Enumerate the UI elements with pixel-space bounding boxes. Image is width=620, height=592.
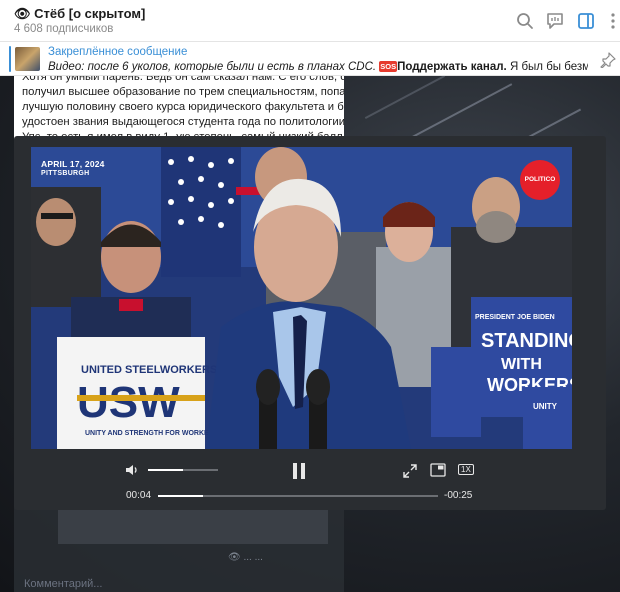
sign-right-line3: WITH <box>501 356 542 373</box>
politico-badge: POLITICO <box>520 160 560 200</box>
comment-input[interactable]: Комментарий... <box>24 578 102 590</box>
pause-icon[interactable] <box>291 462 307 480</box>
volume-icon[interactable] <box>124 462 140 478</box>
message-line: Хотя он умный парень. Ведь он сам сказал… <box>22 76 344 83</box>
sign-left-line1: UNITED STEELWORKERS <box>81 364 217 376</box>
message-line: лучшую половину своего курса юридическог… <box>22 101 344 113</box>
sign-left-line3: UNITY AND STRENGTH FOR WORKERS <box>85 430 219 437</box>
video-frame[interactable]: UNITED STEELWORKERS USW UNITY AND STRENG… <box>31 147 572 449</box>
video-date: APRIL 17, 2024 <box>41 159 105 169</box>
comments-icon[interactable] <box>545 11 565 31</box>
sign-left-line2: USW <box>77 378 180 427</box>
volume-slider[interactable] <box>148 469 218 471</box>
pinned-text-italic: Видео: после 6 уколов, которые были и ес… <box>48 61 377 73</box>
current-time: 00:04 <box>126 490 152 501</box>
pinned-thumbnail <box>15 47 40 71</box>
pinned-message-bar[interactable]: Закреплённое сообщение Видео: после 6 ук… <box>0 42 620 76</box>
sign-right-line2: STANDING <box>481 330 572 352</box>
progress-bar[interactable] <box>158 495 438 497</box>
pinned-title: Закреплённое сообщение <box>48 46 188 58</box>
sign-right-line1: PRESIDENT JOE BIDEN <box>475 314 555 321</box>
remaining-time: -00:25 <box>444 490 473 501</box>
message-line: удостоен звания выдающегося студента год… <box>22 116 344 128</box>
video-scene: UNITED STEELWORKERS USW UNITY AND STRENG… <box>31 147 572 449</box>
playback-speed-button[interactable]: 1X <box>458 464 474 475</box>
sidebar-toggle-icon[interactable] <box>576 11 596 31</box>
video-location: PITTSBURGH <box>41 170 90 177</box>
player-controls: 1X 00:04 -00:25 <box>114 453 486 510</box>
message-line: получил высшее образование по трем специ… <box>22 86 344 98</box>
channel-header: 👁 Стёб [о скрытом] 4 608 подписчиков <box>0 0 620 42</box>
sign-right-small: UNITY <box>533 402 558 411</box>
fullscreen-icon[interactable] <box>403 464 417 478</box>
subscriber-count: 4 608 подписчиков <box>14 23 114 35</box>
pinned-accent-bar <box>9 46 11 72</box>
more-icon[interactable] <box>603 11 620 31</box>
pinned-text-bold: Поддержать канал. <box>397 61 507 73</box>
volume-fill <box>148 469 183 471</box>
search-icon[interactable] <box>515 11 535 31</box>
channel-title[interactable]: 👁 Стёб [о скрытом] <box>14 6 145 22</box>
view-count: 👁 ... ... <box>228 552 263 563</box>
sos-icon: SOS <box>379 61 398 72</box>
pinned-text-tail: Я был бы безмерно благод... <box>509 61 588 73</box>
pin-icon[interactable] <box>600 52 616 68</box>
progress-fill <box>158 495 203 497</box>
picture-in-picture-icon[interactable] <box>430 463 446 477</box>
media-thumbnails[interactable] <box>58 510 328 544</box>
pinned-text: Видео: после 6 уколов, которые были и ес… <box>48 61 588 73</box>
